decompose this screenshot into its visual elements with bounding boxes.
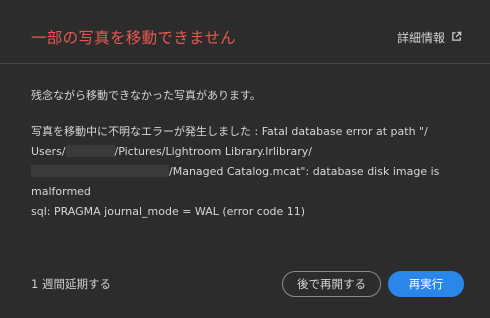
- snooze-link[interactable]: 1 週間延期する: [31, 276, 111, 292]
- message-intro: 残念ながら移動できなかった写真があります。: [31, 89, 261, 102]
- error-line: Users/ /Pictures/Lightroom Library.lrlibr…: [31, 142, 461, 162]
- redacted-username: [65, 145, 115, 157]
- error-line: 写真を移動中に不明なエラーが発生しました : Fatal database er…: [31, 125, 428, 138]
- error-dialog: 一部の写真を移動できません 詳細情報 残念ながら移動できなかった写真があります。…: [0, 0, 490, 318]
- error-line-segment: Users/: [31, 145, 66, 158]
- external-link-icon: [451, 31, 462, 45]
- error-line: malformed: [31, 185, 91, 198]
- error-line-segment: /Pictures/Lightroom Library.lrlibrary/: [114, 145, 312, 158]
- resume-later-button[interactable]: 後で再開する: [282, 271, 381, 297]
- error-message: 写真を移動中に不明なエラーが発生しました : Fatal database er…: [31, 122, 461, 222]
- details-link-label: 詳細情報: [396, 31, 445, 45]
- dialog-title: 一部の写真を移動できません: [31, 29, 236, 47]
- error-line-segment: /Managed Catalog.mcat": database disk im…: [169, 165, 440, 178]
- details-link[interactable]: 詳細情報: [397, 29, 462, 46]
- redacted-path: [31, 165, 169, 177]
- error-line: sql: PRAGMA journal_mode = WAL (error co…: [31, 205, 306, 218]
- header-divider: [0, 63, 490, 64]
- error-line: /Managed Catalog.mcat": database disk im…: [31, 162, 461, 182]
- retry-button[interactable]: 再実行: [388, 271, 464, 297]
